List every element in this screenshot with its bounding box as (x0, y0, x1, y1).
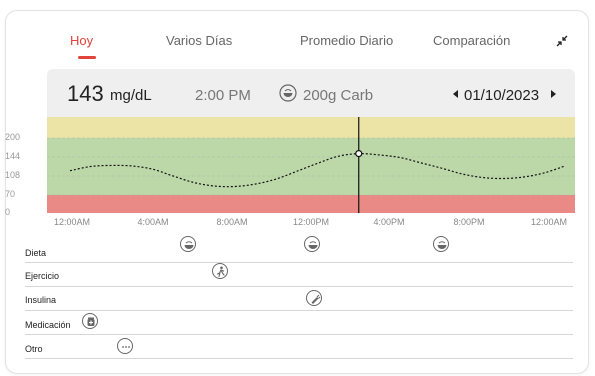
insulin-icon[interactable] (306, 290, 322, 306)
x-tick-label: 4:00AM (137, 217, 169, 227)
food-icon[interactable] (180, 236, 196, 252)
event-row-divider (25, 286, 573, 287)
x-tick-label: 12:00AM (530, 217, 568, 227)
food-icon[interactable] (433, 236, 449, 252)
x-tick-label: 8:00PM (453, 217, 485, 227)
y-tick-label: 200 (5, 132, 21, 142)
x-tick-label: 12:00AM (53, 217, 91, 227)
y-tick-label: 70 (5, 189, 16, 199)
y-tick-label: 0 (5, 207, 11, 217)
medication-icon[interactable] (82, 313, 98, 329)
y-tick-label: 144 (5, 151, 21, 161)
event-row-label: Medicación (25, 320, 71, 330)
food-icon[interactable] (304, 236, 320, 252)
exercise-icon[interactable] (212, 263, 228, 279)
x-tick-label: 8:00AM (216, 217, 248, 227)
range-band-2 (47, 195, 575, 213)
event-row-label: Otro (25, 344, 43, 354)
event-row-divider (25, 310, 573, 311)
range-band-1 (47, 138, 575, 195)
event-row-label: Ejercicio (25, 271, 60, 281)
event-row-label: Insulina (25, 295, 57, 305)
selected-point (355, 150, 363, 158)
event-row-divider (25, 334, 573, 335)
y-tick-label: 108 (5, 170, 21, 180)
event-row-label: Dieta (25, 248, 47, 258)
x-tick-label: 12:00PM (292, 217, 330, 227)
event-row-divider (25, 358, 573, 359)
more-icon[interactable] (117, 338, 133, 354)
range-band-0 (47, 117, 575, 138)
x-tick-label: 4:00PM (373, 217, 405, 227)
event-row-divider (25, 262, 573, 263)
